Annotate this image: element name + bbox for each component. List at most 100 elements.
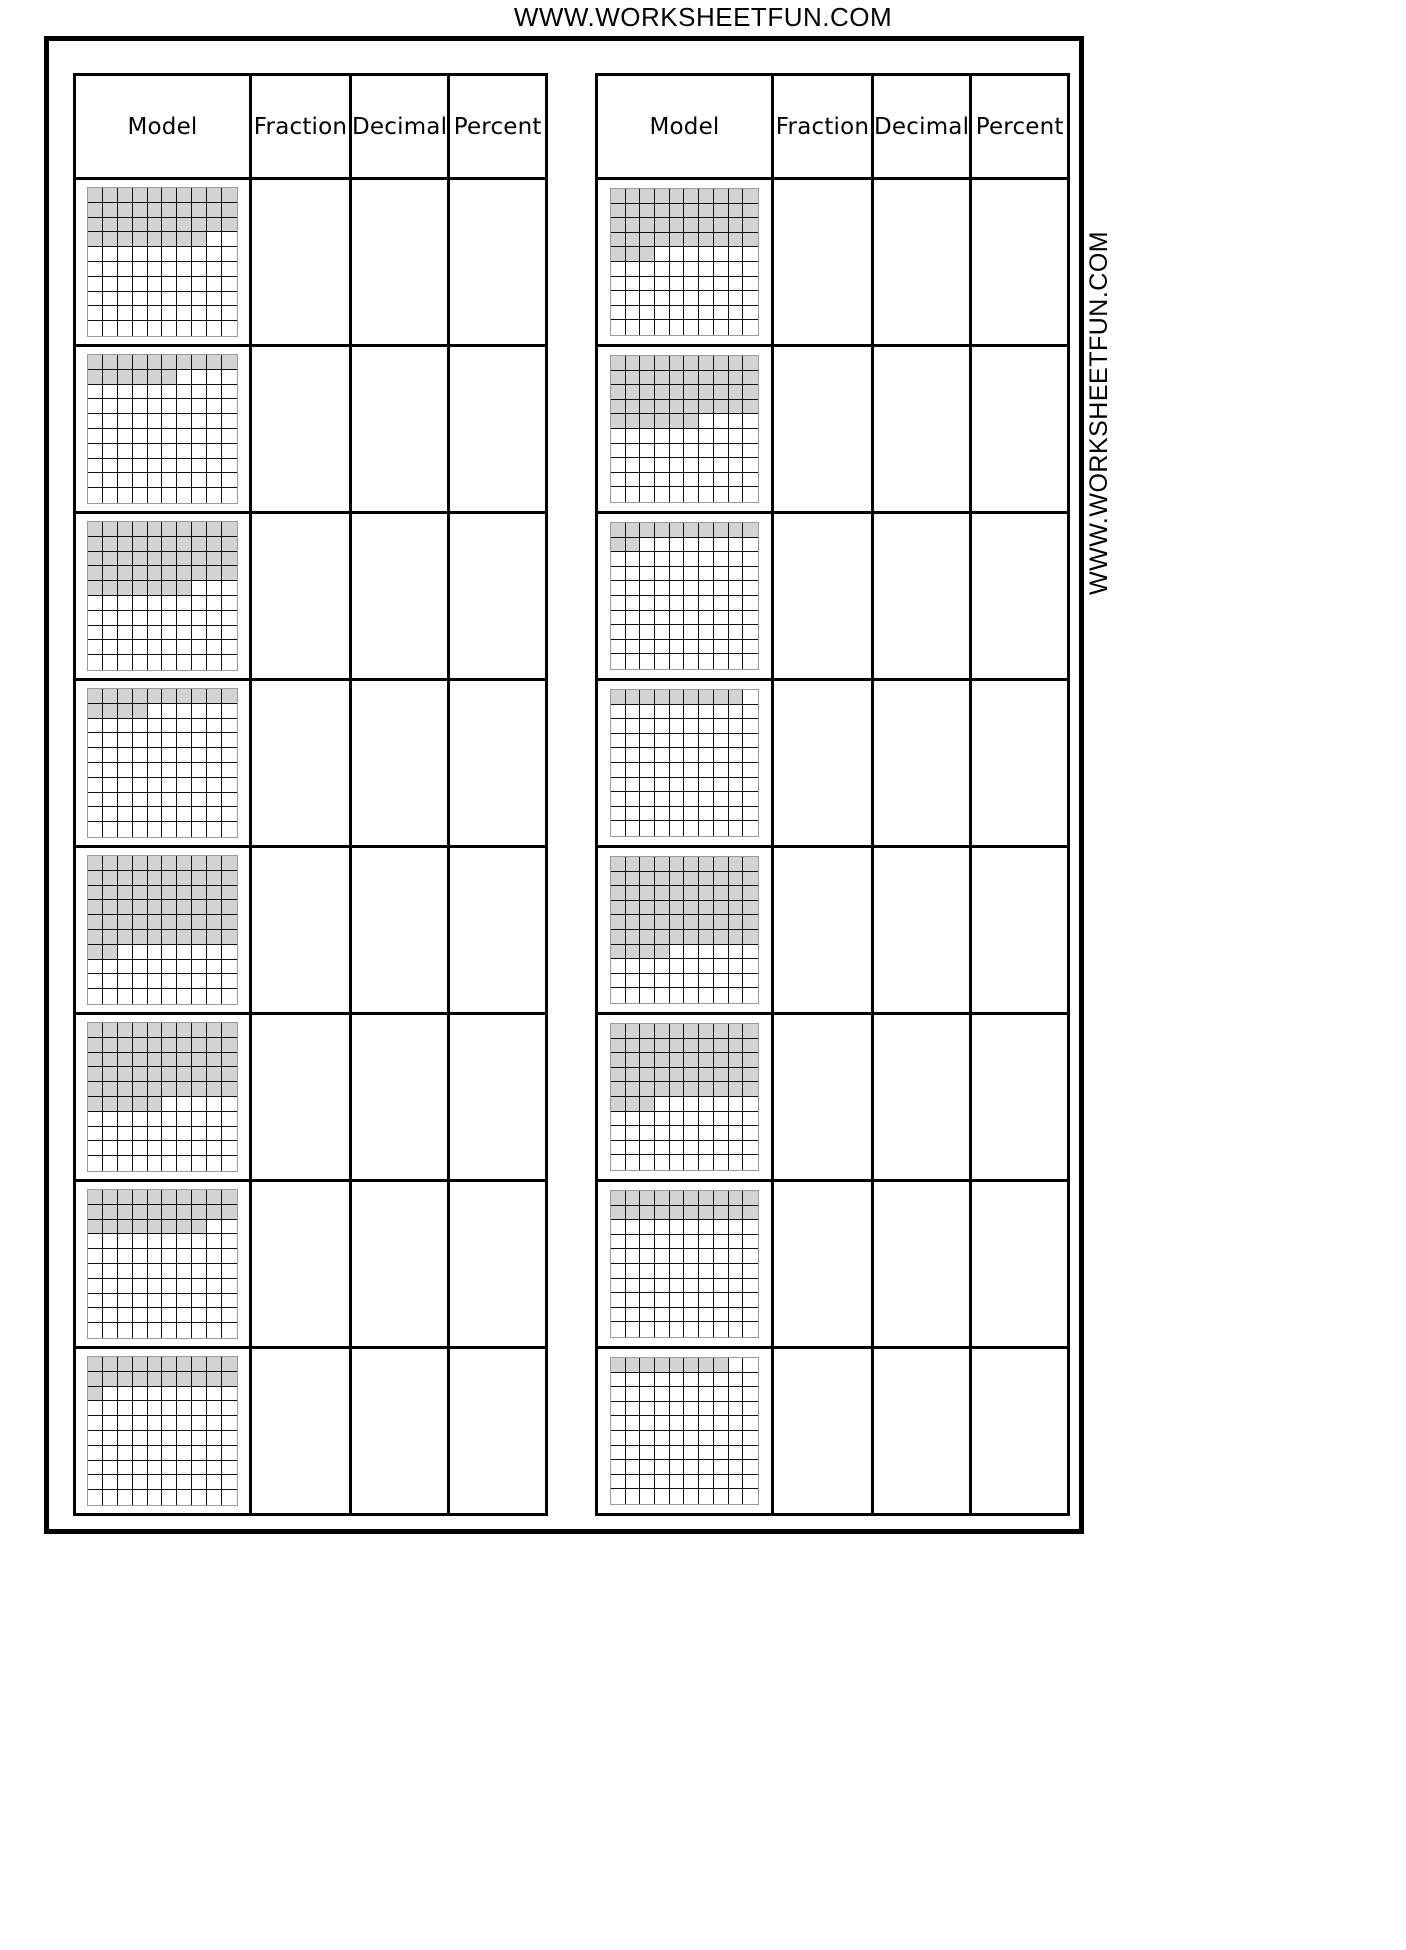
decimal-answer-cell[interactable] (348, 1179, 451, 1349)
percent-answer-cell[interactable] (969, 177, 1071, 347)
decimal-answer-cell[interactable] (870, 678, 973, 848)
grid-cell-shaded (625, 690, 641, 705)
table-row (595, 678, 1071, 848)
percent-answer-cell[interactable] (447, 344, 549, 514)
decimal-answer-cell[interactable] (870, 511, 973, 681)
fraction-answer-cell[interactable] (249, 845, 352, 1015)
percent-answer-cell[interactable] (969, 344, 1071, 514)
grid-cell-shaded (117, 1067, 133, 1083)
grid-cell-empty (684, 1372, 700, 1388)
percent-answer-cell[interactable] (969, 1346, 1071, 1516)
grid-cell-empty (162, 1249, 178, 1264)
grid-cell-empty (222, 1401, 237, 1417)
grid-cell-empty (655, 625, 670, 640)
fraction-answer-cell[interactable] (249, 1346, 352, 1516)
decimal-answer-cell[interactable] (870, 177, 973, 347)
grid-cell-empty (684, 733, 700, 749)
grid-cell-empty (611, 1445, 626, 1461)
fraction-answer-cell[interactable] (771, 344, 874, 514)
grid-cell-empty (177, 1156, 193, 1171)
fraction-answer-cell[interactable] (249, 1012, 352, 1182)
grid-cell-empty (192, 458, 208, 474)
decimal-answer-cell[interactable] (348, 845, 451, 1015)
grid-cell-shaded (207, 1052, 223, 1068)
grid-cell-shaded (655, 1053, 670, 1068)
grid-cell-shaded (207, 566, 223, 582)
percent-answer-cell[interactable] (447, 1346, 549, 1516)
percent-answer-cell[interactable] (447, 845, 549, 1015)
decimal-answer-cell[interactable] (348, 344, 451, 514)
grid-cell-shaded (117, 689, 133, 704)
grid-cell-empty (640, 1293, 656, 1308)
grid-cell-shaded (625, 218, 641, 233)
grid-cell-empty (684, 581, 700, 596)
fraction-answer-cell[interactable] (249, 678, 352, 848)
decimal-answer-cell[interactable] (348, 1346, 451, 1516)
percent-answer-cell[interactable] (969, 1012, 1071, 1182)
grid-cell-empty (102, 414, 118, 429)
percent-answer-cell[interactable] (969, 511, 1071, 681)
percent-answer-cell[interactable] (447, 511, 549, 681)
percent-answer-cell[interactable] (969, 845, 1071, 1015)
percent-answer-cell[interactable] (447, 177, 549, 347)
grid-cell-shaded (192, 1219, 208, 1235)
grid-cell-shaded (162, 522, 178, 537)
decimal-answer-cell[interactable] (870, 1012, 973, 1182)
grid-cell-shaded (132, 900, 148, 916)
grid-cell-empty (222, 1264, 237, 1279)
grid-cell-shaded (88, 870, 103, 886)
grid-cell-shaded (222, 689, 237, 704)
fraction-answer-cell[interactable] (771, 845, 874, 1015)
grid-cell-empty (743, 429, 758, 444)
grid-cell-empty (611, 487, 626, 502)
grid-cell-empty (743, 458, 758, 473)
fraction-answer-cell[interactable] (771, 1179, 874, 1349)
percent-answer-cell[interactable] (447, 1179, 549, 1349)
grid-cell-shaded (684, 1024, 700, 1039)
grid-cell-shaded (669, 900, 685, 916)
decimal-answer-cell[interactable] (348, 678, 451, 848)
grid-cell-empty (132, 458, 148, 474)
grid-cell-shaded (655, 232, 670, 248)
decimal-answer-cell[interactable] (348, 177, 451, 347)
grid-cell-empty (88, 291, 103, 307)
fraction-answer-cell[interactable] (249, 1179, 352, 1349)
grid-cell-shaded (713, 1038, 729, 1054)
decimal-answer-cell[interactable] (870, 1179, 973, 1349)
grid-cell-shaded (669, 356, 685, 371)
decimal-answer-cell[interactable] (870, 845, 973, 1015)
fraction-answer-cell[interactable] (771, 1012, 874, 1182)
fraction-answer-cell[interactable] (249, 344, 352, 514)
grid-cell-empty (192, 581, 208, 596)
grid-cell-empty (611, 1489, 626, 1504)
grid-cell-shaded (684, 399, 700, 415)
grid-cell-empty (117, 384, 133, 400)
fraction-answer-cell[interactable] (771, 678, 874, 848)
grid-cell-empty (132, 443, 148, 459)
grid-cell-empty (177, 748, 193, 763)
decimal-answer-cell[interactable] (348, 1012, 451, 1182)
fraction-answer-cell[interactable] (771, 511, 874, 681)
fraction-answer-cell[interactable] (249, 511, 352, 681)
decimal-answer-cell[interactable] (348, 511, 451, 681)
fraction-answer-cell[interactable] (771, 1346, 874, 1516)
percent-answer-cell[interactable] (969, 678, 1071, 848)
grid-cell-empty (684, 1474, 700, 1490)
decimal-answer-cell[interactable] (870, 344, 973, 514)
decimal-answer-cell[interactable] (870, 1346, 973, 1516)
grid-cell-empty (192, 1126, 208, 1142)
grid-cell-empty (728, 763, 744, 778)
percent-answer-cell[interactable] (447, 1012, 549, 1182)
grid-cell-shaded (611, 1067, 626, 1083)
grid-cell-shaded (611, 930, 626, 945)
fraction-answer-cell[interactable] (249, 177, 352, 347)
grid-cell-empty (88, 1156, 103, 1171)
fraction-answer-cell[interactable] (771, 177, 874, 347)
percent-answer-cell[interactable] (447, 678, 549, 848)
percent-answer-cell[interactable] (969, 1179, 1071, 1349)
grid-cell-empty (207, 718, 223, 734)
grid-cell-shaded (88, 1082, 103, 1097)
grid-cell-empty (222, 1490, 237, 1505)
grid-cell-shaded (699, 370, 714, 386)
grid-cell-empty (222, 488, 237, 503)
